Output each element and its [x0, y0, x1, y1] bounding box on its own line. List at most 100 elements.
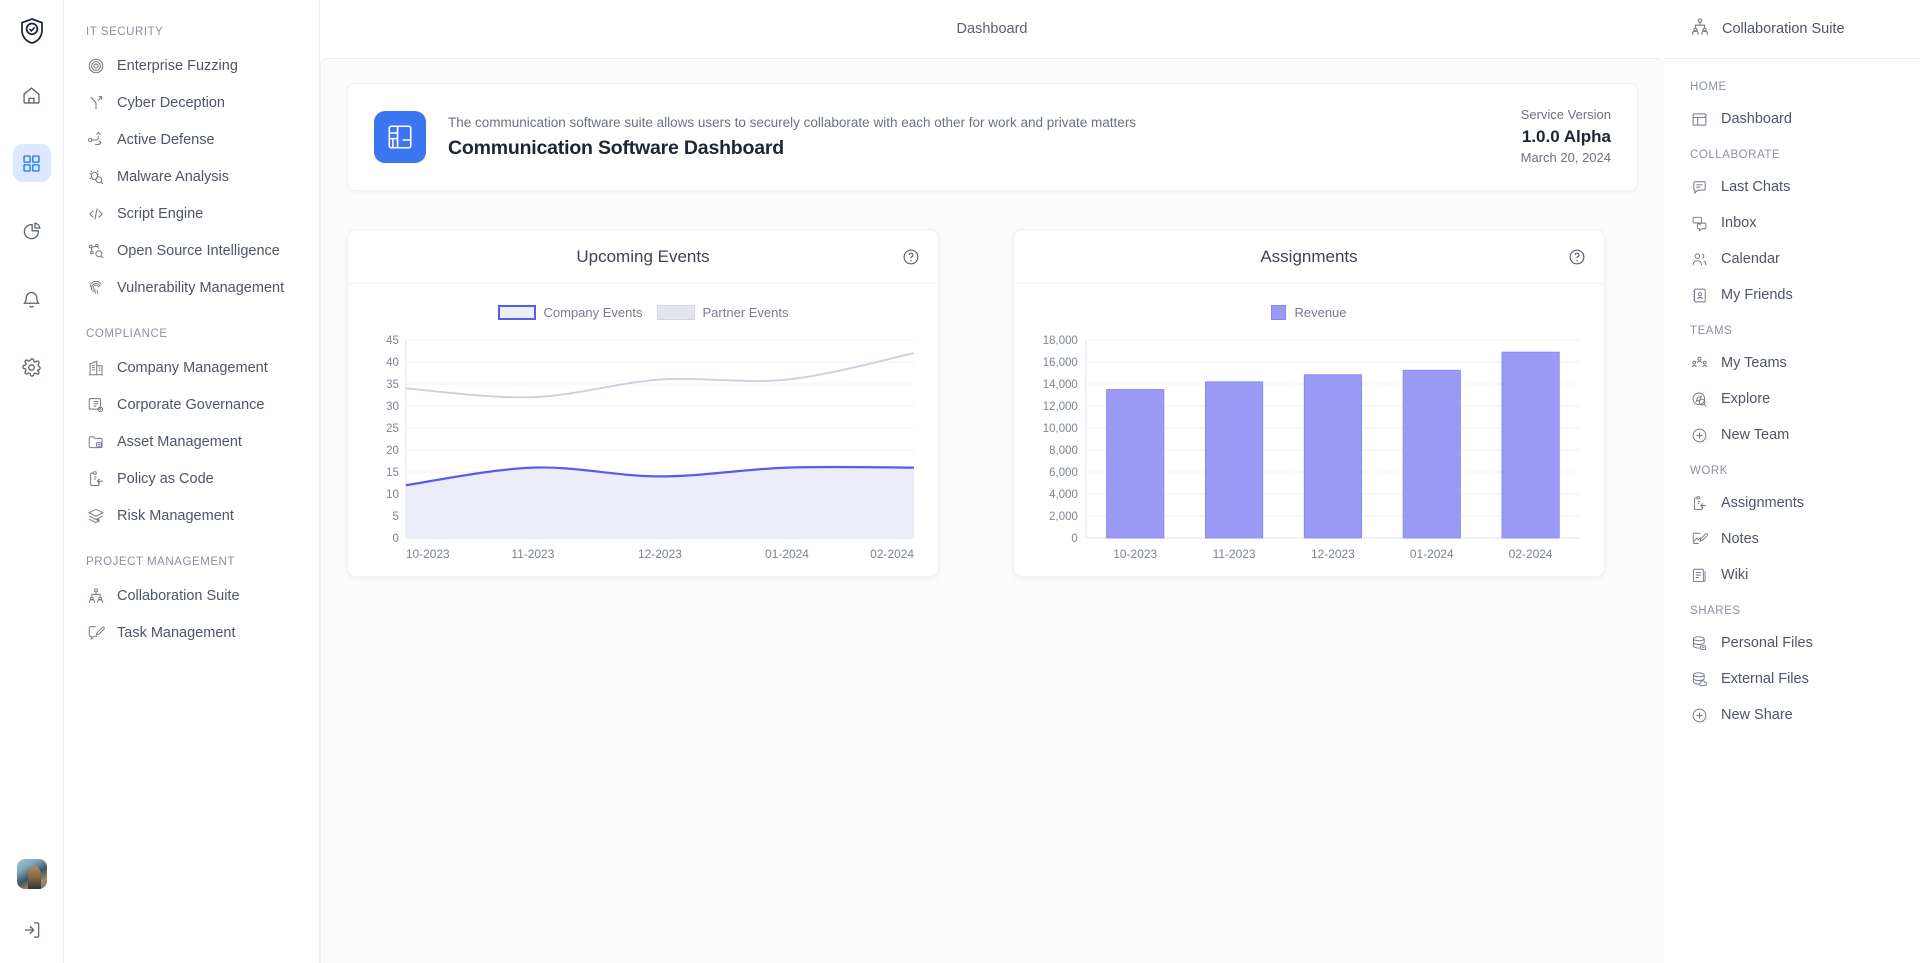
rightnav-item-last-chats[interactable]: Last Chats	[1664, 169, 1920, 205]
sidebar-item-script-engine[interactable]: Script Engine	[64, 195, 319, 232]
rightnav-group-title-home: HOME	[1664, 69, 1920, 101]
rightnav-item-inbox[interactable]: Inbox	[1664, 205, 1920, 241]
chart-line-partner-events	[406, 354, 914, 398]
rightnav-item-new-team[interactable]: New Team	[1664, 417, 1920, 453]
svg-text:5: 5	[392, 511, 398, 523]
team-icon	[1690, 354, 1708, 372]
people-group-icon	[86, 586, 105, 605]
help-circle-icon[interactable]	[902, 248, 920, 266]
sidebar-item-label: Risk Management	[117, 508, 234, 524]
sidebar-item-vulnerability-management[interactable]: Vulnerability Management	[64, 269, 319, 306]
chart-area-company-events	[406, 467, 914, 538]
sidebar-item-cyber-deception[interactable]: Cyber Deception	[64, 84, 319, 121]
rightnav-item-my-friends[interactable]: My Friends	[1664, 277, 1920, 313]
rightnav-item-label: Assignments	[1721, 495, 1804, 511]
service-version-date: March 20, 2024	[1521, 149, 1611, 168]
sidebar-item-label: Policy as Code	[117, 471, 214, 487]
note-pencil-icon	[1690, 530, 1708, 548]
layout-icon	[1690, 110, 1708, 128]
branch-icon	[86, 93, 105, 112]
gear-icon	[21, 357, 42, 378]
legend-item-partner-events[interactable]: Partner Events	[657, 305, 789, 320]
rail-button-notifications[interactable]	[13, 280, 51, 318]
svg-text:15: 15	[386, 467, 399, 479]
sidebar-item-malware-analysis[interactable]: Malware Analysis	[64, 158, 319, 195]
svg-text:45: 45	[386, 335, 399, 347]
avatar[interactable]	[17, 859, 47, 889]
rightnav-item-label: Calendar	[1721, 251, 1780, 267]
people-group-icon	[1690, 17, 1710, 42]
chart-legend-assignments: Revenue	[1026, 300, 1592, 324]
svg-text:02-2024: 02-2024	[1509, 547, 1553, 561]
rightnav-item-explore[interactable]: Explore	[1664, 381, 1920, 417]
layers-eye-icon	[86, 506, 105, 525]
sidebar-item-label: Cyber Deception	[117, 95, 225, 111]
sidebar-item-policy-as-code[interactable]: Policy as Code	[64, 460, 319, 497]
bar[interactable]	[1205, 382, 1262, 538]
sidebar-group-title-compliance: COMPLIANCE	[64, 306, 319, 349]
rightnav-item-personal-files[interactable]: Personal Files	[1664, 625, 1920, 661]
bar[interactable]	[1502, 352, 1559, 538]
flow-arrow-icon	[86, 130, 105, 149]
rightnav-item-label: External Files	[1721, 671, 1809, 687]
bar[interactable]	[1107, 390, 1164, 539]
left-sidebar: IT SECURITY Enterprise Fuzzing Cyber Dec…	[64, 0, 320, 963]
chart-legend-upcoming-events: Company Events Partner Events	[360, 300, 926, 324]
svg-text:14,000: 14,000	[1043, 379, 1078, 391]
sidebar-item-active-defense[interactable]: Active Defense	[64, 121, 319, 158]
rightnav-group-title-shares: SHARES	[1664, 593, 1920, 625]
sidebar-item-asset-management[interactable]: Asset Management	[64, 423, 319, 460]
chart-x-axis-labels: 10-202311-202312-202301-202402-2024	[1113, 547, 1553, 561]
sidebar-item-company-management[interactable]: Company Management	[64, 349, 319, 386]
dashboard-banner: The communication software suite allows …	[347, 83, 1638, 191]
rightnav-item-assignments[interactable]: Assignments	[1664, 485, 1920, 521]
rail-button-dashboard[interactable]	[13, 144, 51, 182]
banner-subtitle: The communication software suite allows …	[448, 115, 1499, 130]
svg-text:01-2024: 01-2024	[1410, 547, 1454, 561]
card-assignments: Assignments	[1013, 229, 1605, 577]
legend-item-revenue[interactable]: Revenue	[1271, 305, 1346, 320]
app-logo-shield-check-icon[interactable]	[15, 14, 49, 48]
sidebar-item-label: Open Source Intelligence	[117, 243, 280, 259]
rightnav-item-dashboard[interactable]: Dashboard	[1664, 101, 1920, 137]
rightnav-item-notes[interactable]: Notes	[1664, 521, 1920, 557]
edit-square-icon	[86, 623, 105, 642]
bar[interactable]	[1304, 375, 1361, 538]
rightnav-item-calendar[interactable]: Calendar	[1664, 241, 1920, 277]
legend-label: Partner Events	[703, 305, 789, 320]
main-column: Dashboard The communication software sui…	[320, 0, 1664, 963]
sidebar-item-task-management[interactable]: Task Management	[64, 614, 319, 651]
sidebar-group-title-project-management: PROJECT MANAGEMENT	[64, 534, 319, 577]
rightnav-item-label: New Team	[1721, 427, 1789, 443]
rightnav-item-label: Wiki	[1721, 567, 1748, 583]
right-sidebar-body: HOME Dashboard COLLABORATE Last Chats In…	[1664, 58, 1920, 963]
rail-button-home[interactable]	[13, 76, 51, 114]
legend-item-company-events[interactable]: Company Events	[498, 305, 643, 320]
rightnav-item-label: Dashboard	[1721, 111, 1792, 127]
rail-button-logout[interactable]	[13, 911, 51, 949]
app-root: IT SECURITY Enterprise Fuzzing Cyber Dec…	[0, 0, 1920, 963]
rightnav-item-my-teams[interactable]: My Teams	[1664, 345, 1920, 381]
sidebar-item-corporate-governance[interactable]: Corporate Governance	[64, 386, 319, 423]
help-circle-icon[interactable]	[1568, 248, 1586, 266]
sidebar-item-label: Asset Management	[117, 434, 242, 450]
rightnav-item-external-files[interactable]: External Files	[1664, 661, 1920, 697]
sidebar-item-risk-management[interactable]: Risk Management	[64, 497, 319, 534]
home-icon	[21, 85, 42, 106]
grid-dashboard-icon	[21, 153, 42, 174]
svg-text:12-2023: 12-2023	[1311, 547, 1355, 561]
bar[interactable]	[1403, 371, 1460, 539]
sidebar-item-enterprise-fuzzing[interactable]: Enterprise Fuzzing	[64, 47, 319, 84]
card-header: Assignments	[1014, 230, 1604, 284]
sidebar-item-open-source-intelligence[interactable]: Open Source Intelligence	[64, 232, 319, 269]
svg-text:02-2024: 02-2024	[870, 547, 914, 561]
rail-button-analytics[interactable]	[13, 212, 51, 250]
sidebar-item-collaboration-suite[interactable]: Collaboration Suite	[64, 577, 319, 614]
bug-search-icon	[86, 167, 105, 186]
right-sidebar-header[interactable]: Collaboration Suite	[1664, 0, 1920, 58]
people-icon	[1690, 250, 1708, 268]
right-sidebar-header-label: Collaboration Suite	[1722, 21, 1845, 37]
rightnav-item-wiki[interactable]: Wiki	[1664, 557, 1920, 593]
rail-button-settings[interactable]	[13, 348, 51, 386]
rightnav-item-new-share[interactable]: New Share	[1664, 697, 1920, 733]
